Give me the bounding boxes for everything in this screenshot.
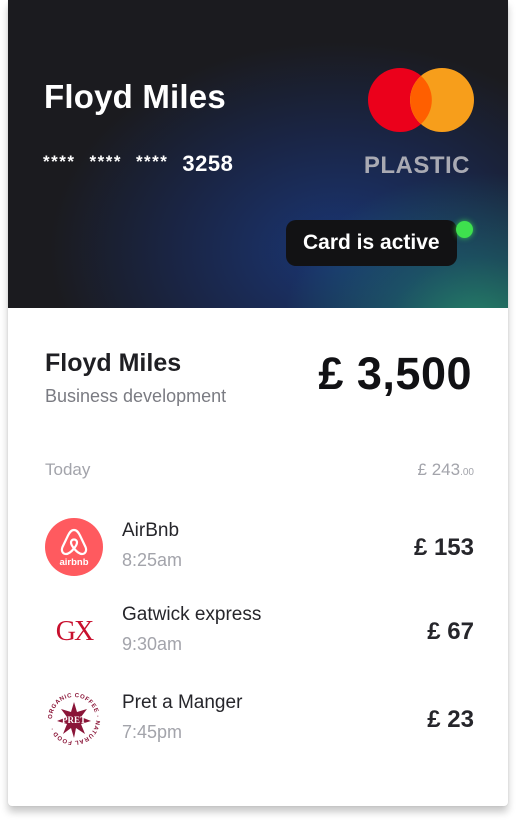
- status-indicator-dot: [456, 221, 473, 238]
- card-details: Floyd Miles Business development £ 3,500…: [8, 308, 508, 806]
- card-number-mask: ****: [43, 152, 76, 171]
- transaction-row[interactable]: airbnb AirBnb 8:25am £ 153: [8, 518, 508, 580]
- card-number-mask: ****: [89, 152, 122, 171]
- transaction-time: 9:30am: [122, 634, 183, 654]
- card-visual[interactable]: Floyd Miles **** **** **** 3258 PLASTIC …: [8, 0, 508, 308]
- day-total-pence: .00: [460, 467, 474, 478]
- transactions-day-label: Today: [45, 460, 91, 479]
- employee-department: Business development: [45, 386, 227, 406]
- transaction-row[interactable]: ORGANIC COFFEE · NATURAL FOOD · PRET Pre…: [8, 690, 508, 752]
- card-holder-name: Floyd Miles: [44, 78, 226, 115]
- card-detail-panel: Floyd Miles **** **** **** 3258 PLASTIC …: [8, 0, 508, 806]
- card-status-badge[interactable]: Card is active: [286, 220, 457, 266]
- card-last-four: 3258: [182, 151, 234, 176]
- gatwick-icon-text: GX: [56, 616, 94, 647]
- airbnb-icon-text: airbnb: [59, 557, 88, 568]
- transactions-day-total: £ 243.00: [418, 460, 474, 480]
- transaction-row[interactable]: GX Gatwick express 9:30am £ 67: [8, 602, 508, 664]
- transaction-amount: £ 153: [413, 534, 474, 561]
- pret-icon-text: PRET: [62, 715, 86, 725]
- gatwick-express-icon: GX: [56, 616, 96, 647]
- transaction-merchant: Gatwick express: [122, 604, 262, 625]
- transaction-merchant: AirBnb: [122, 520, 180, 541]
- pret-a-manger-icon: ORGANIC COFFEE · NATURAL FOOD · PRET: [47, 692, 101, 746]
- transaction-time: 7:45pm: [122, 722, 183, 742]
- transaction-amount: £ 23: [427, 706, 474, 733]
- day-total-amount: £ 243: [417, 460, 461, 479]
- transaction-amount: £ 67: [427, 618, 474, 645]
- transaction-time: 8:25am: [122, 550, 183, 570]
- card-balance: £ 3,500: [318, 348, 472, 399]
- card-number: **** **** **** 3258: [43, 151, 233, 177]
- employee-name: Floyd Miles: [45, 349, 182, 377]
- card-type-label: PLASTIC: [363, 152, 470, 179]
- card-number-mask: ****: [135, 152, 169, 171]
- transaction-merchant: Pret a Manger: [122, 692, 243, 713]
- mastercard-icon: [368, 68, 474, 132]
- airbnb-icon: airbnb: [45, 518, 103, 576]
